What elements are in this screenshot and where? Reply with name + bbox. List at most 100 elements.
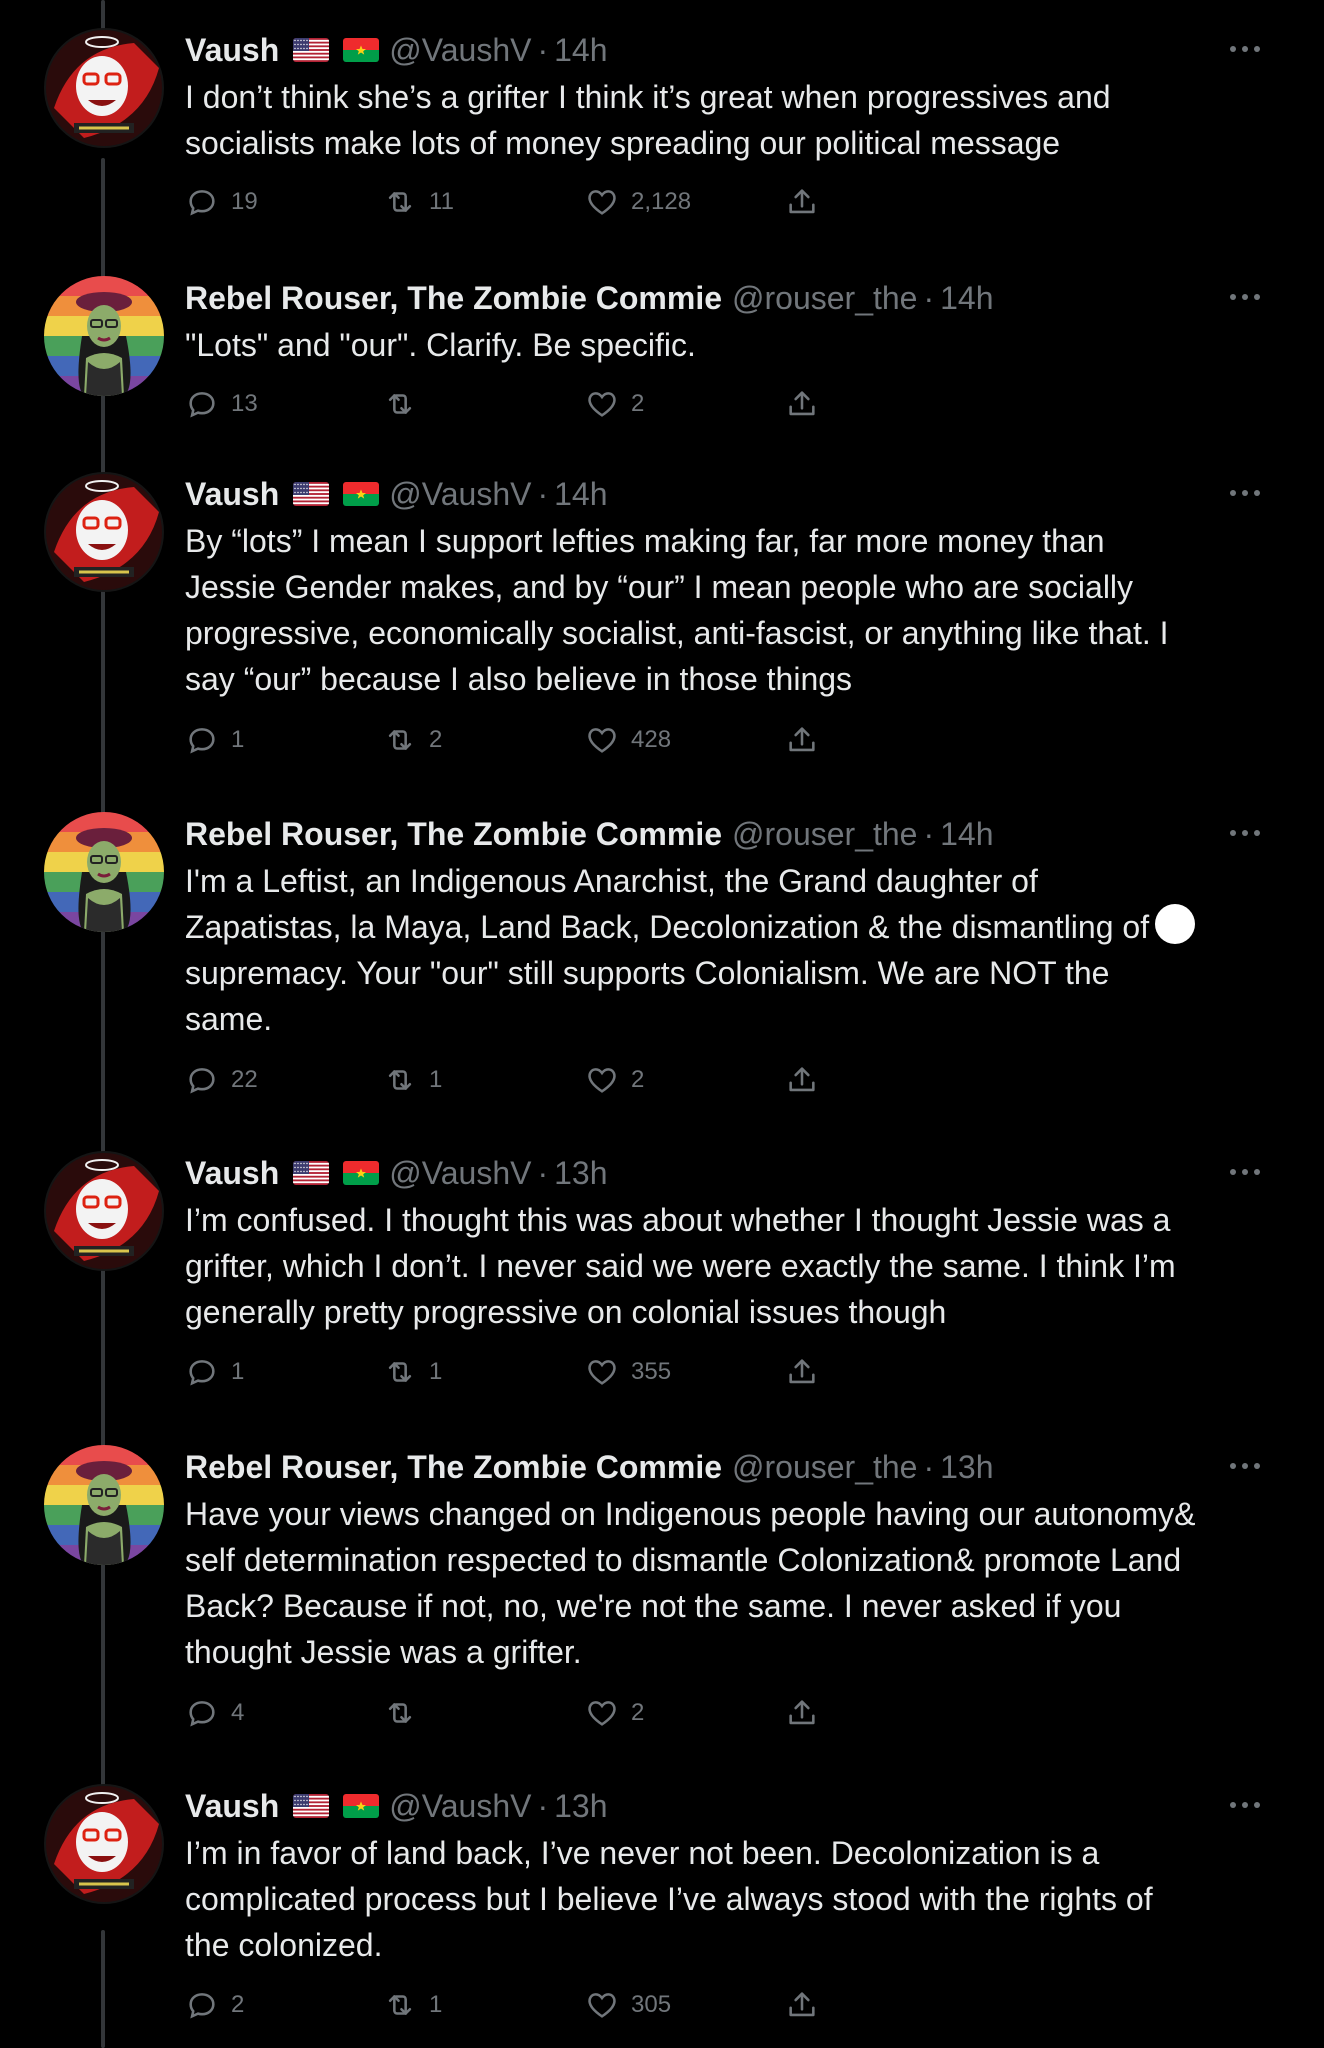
- like-button[interactable]: 2,128: [585, 182, 691, 222]
- retweet-icon: [383, 723, 417, 757]
- thread-connector: [101, 158, 105, 1880]
- conversation-thread: Vaush @VaushV · 14h I don’t think she’s …: [0, 0, 1324, 2048]
- tweet-header: Rebel Rouser, The Zombie Commie @rouser_…: [185, 1445, 994, 1489]
- like-count: 2: [631, 1699, 645, 1726]
- timestamp[interactable]: 13h: [940, 1445, 993, 1489]
- reply-count: 1: [231, 1358, 245, 1385]
- like-icon: [585, 387, 619, 421]
- tweet-text: I'm a Leftist, an Indigenous Anarchist, …: [185, 858, 1265, 1042]
- tweet-text: By “lots” I mean I support lefties makin…: [185, 523, 1169, 697]
- retweet-button[interactable]: 2: [383, 720, 442, 760]
- timestamp[interactable]: 14h: [940, 812, 993, 856]
- like-button[interactable]: 2: [585, 1060, 644, 1100]
- reply-icon: [185, 1355, 219, 1389]
- timestamp[interactable]: 14h: [940, 276, 993, 320]
- author-handle[interactable]: @VaushV: [389, 1784, 531, 1828]
- reply-button[interactable]: 1: [185, 1352, 244, 1392]
- retweet-button[interactable]: 11: [383, 182, 454, 222]
- share-button[interactable]: [785, 384, 819, 424]
- timestamp[interactable]: 13h: [554, 1784, 607, 1828]
- retweet-button[interactable]: 1: [383, 1352, 442, 1392]
- reply-count: 2: [231, 1991, 245, 2018]
- reply-button[interactable]: 13: [185, 384, 258, 424]
- tweet-header: Vaush @VaushV · 13h: [185, 1151, 608, 1195]
- author-handle[interactable]: @VaushV: [389, 28, 531, 72]
- burkina-faso-flag-icon: [343, 1794, 380, 1818]
- timestamp[interactable]: 14h: [554, 472, 607, 516]
- more-icon[interactable]: [1230, 488, 1260, 498]
- avatar-vaush[interactable]: [44, 1784, 164, 1904]
- retweet-button[interactable]: 1: [383, 1985, 442, 2025]
- retweet-button[interactable]: 1: [383, 1060, 442, 1100]
- share-button[interactable]: [785, 1352, 819, 1392]
- author-name[interactable]: Rebel Rouser, The Zombie Commie: [185, 812, 722, 856]
- us-flag-icon: [293, 1161, 330, 1185]
- more-icon[interactable]: [1230, 44, 1260, 54]
- like-button[interactable]: 355: [585, 1352, 671, 1392]
- avatar-rouser[interactable]: [44, 276, 164, 396]
- author-name[interactable]: Rebel Rouser, The Zombie Commie: [185, 276, 722, 320]
- separator-dot: ·: [923, 280, 935, 316]
- more-icon[interactable]: [1230, 292, 1260, 302]
- like-button[interactable]: 2: [585, 384, 644, 424]
- more-icon[interactable]: [1230, 1800, 1260, 1810]
- retweet-button[interactable]: [383, 384, 429, 424]
- reply-button[interactable]: 4: [185, 1693, 244, 1733]
- separator-dot: ·: [923, 816, 935, 852]
- like-count: 2,128: [631, 188, 692, 215]
- tweet-actions: 22 1 2: [185, 1060, 865, 1100]
- author-handle[interactable]: @rouser_the: [732, 1445, 917, 1489]
- separator-dot: ·: [537, 1155, 549, 1191]
- share-button[interactable]: [785, 1693, 819, 1733]
- tweet-text: Have your views changed on Indigenous pe…: [185, 1496, 1196, 1670]
- tweet-text: I’m confused. I thought this was about w…: [185, 1202, 1176, 1330]
- author-name[interactable]: Vaush: [185, 1151, 279, 1195]
- share-button[interactable]: [785, 1985, 819, 2025]
- avatar-vaush[interactable]: [44, 472, 164, 592]
- author-handle[interactable]: @VaushV: [389, 1151, 531, 1195]
- reply-count: 19: [231, 188, 258, 215]
- avatar-vaush[interactable]: [44, 1151, 164, 1271]
- avatar-rouser[interactable]: [44, 812, 164, 932]
- retweet-button[interactable]: [383, 1693, 429, 1733]
- reply-button[interactable]: 2: [185, 1985, 244, 2025]
- avatar-vaush[interactable]: [44, 28, 164, 148]
- share-button[interactable]: [785, 720, 819, 760]
- tweet-header: Rebel Rouser, The Zombie Commie @rouser_…: [185, 276, 994, 320]
- like-count: 305: [631, 1991, 672, 2018]
- author-name[interactable]: Vaush: [185, 28, 279, 72]
- share-button[interactable]: [785, 1060, 819, 1100]
- author-handle[interactable]: @rouser_the: [732, 812, 917, 856]
- timestamp[interactable]: 13h: [554, 1151, 607, 1195]
- reply-icon: [185, 723, 219, 757]
- like-icon: [585, 1355, 619, 1389]
- like-icon: [585, 1988, 619, 2022]
- reply-icon: [185, 185, 219, 219]
- more-icon[interactable]: [1230, 1167, 1260, 1177]
- separator-dot: ·: [537, 32, 549, 68]
- retweet-count: 2: [429, 726, 443, 753]
- author-name[interactable]: Vaush: [185, 472, 279, 516]
- author-name[interactable]: Vaush: [185, 1784, 279, 1828]
- author-handle[interactable]: @rouser_the: [732, 276, 917, 320]
- reply-button[interactable]: 22: [185, 1060, 258, 1100]
- us-flag-icon: [293, 482, 330, 506]
- reply-count: 13: [231, 390, 258, 417]
- more-icon[interactable]: [1230, 828, 1260, 838]
- like-button[interactable]: 428: [585, 720, 671, 760]
- separator-dot: ·: [923, 1449, 935, 1485]
- timestamp[interactable]: 14h: [554, 28, 607, 72]
- reply-button[interactable]: 19: [185, 182, 258, 222]
- like-button[interactable]: 305: [585, 1985, 671, 2025]
- author-name[interactable]: Rebel Rouser, The Zombie Commie: [185, 1445, 722, 1489]
- like-button[interactable]: 2: [585, 1693, 644, 1733]
- retweet-count: 1: [429, 1358, 443, 1385]
- share-button[interactable]: [785, 182, 819, 222]
- reply-button[interactable]: 1: [185, 720, 244, 760]
- burkina-faso-flag-icon: [343, 1161, 380, 1185]
- reply-icon: [185, 1063, 219, 1097]
- avatar-rouser[interactable]: [44, 1445, 164, 1565]
- author-handle[interactable]: @VaushV: [389, 472, 531, 516]
- like-count: 2: [631, 390, 645, 417]
- more-icon[interactable]: [1230, 1461, 1260, 1471]
